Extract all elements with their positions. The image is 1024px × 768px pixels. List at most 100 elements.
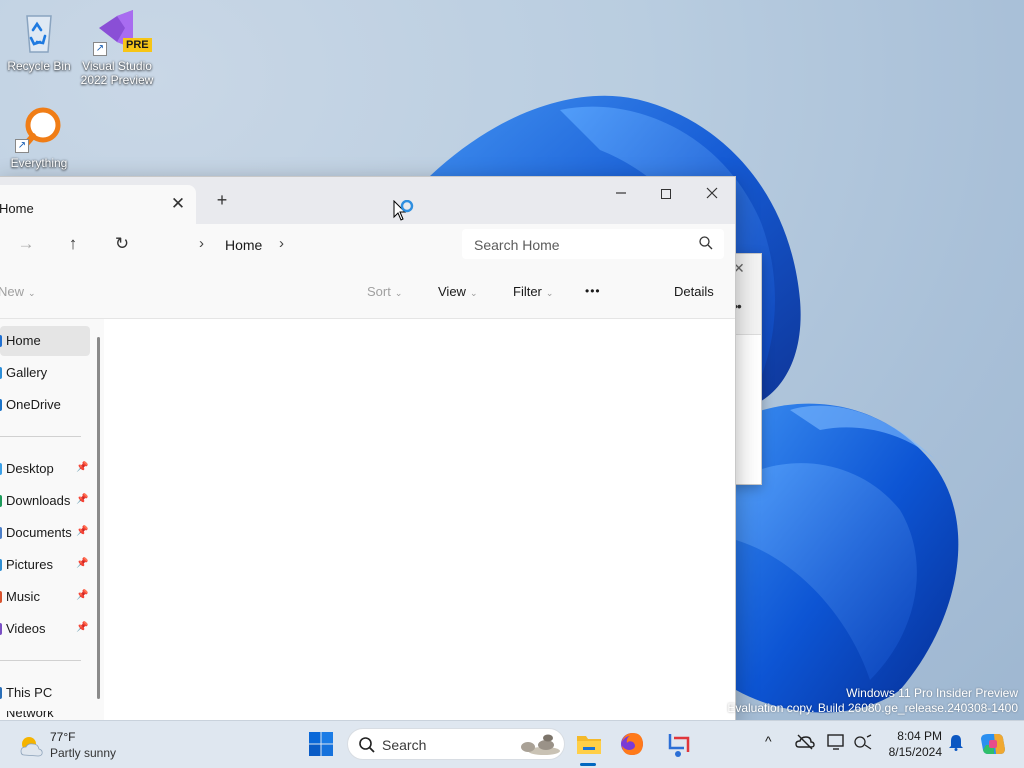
tab-home[interactable]: Home ✕ (0, 185, 196, 224)
sidebar-item-label: OneDrive (6, 397, 61, 412)
forward-arrow-icon[interactable]: → (12, 231, 40, 257)
visual-studio-icon: PRE ↗ (93, 8, 152, 56)
desktop-icon-label: Everything (10, 156, 68, 170)
search-input[interactable]: Search Home (462, 229, 724, 259)
notification-bell-icon[interactable] (948, 733, 964, 751)
more-options-button[interactable]: ••• (585, 284, 601, 298)
sidebar-item-network[interactable]: Network (0, 711, 90, 720)
pin-icon: 📌 (76, 590, 89, 601)
everything-search-icon: ↗ (15, 105, 63, 153)
sidebar-item-label: Pictures (6, 557, 53, 572)
taskbar-search-box[interactable]: Search (347, 728, 565, 760)
chevron-down-icon: ⌄ (28, 288, 36, 298)
sidebar-item-downloads[interactable]: Downloads 📌 (0, 486, 90, 516)
windows-start-icon[interactable] (307, 730, 335, 758)
sidebar-item-label: Documents (6, 525, 72, 540)
desktop-folder-icon (0, 463, 2, 475)
tab-close-icon[interactable]: ✕ (170, 195, 186, 212)
pictures-folder-icon (0, 559, 2, 571)
sort-button[interactable]: Sort ⌄ (367, 284, 402, 299)
music-folder-icon (0, 591, 2, 603)
sidebar-item-pictures[interactable]: Pictures 📌 (0, 550, 90, 580)
pin-icon: 📌 (76, 622, 89, 633)
file-list-area[interactable] (106, 319, 735, 720)
file-explorer-window[interactable]: Home ✕ + → ↑ ↻ › Home › Search Home New … (0, 176, 736, 720)
desktop-icon-visual-studio[interactable]: PRE ↗ Visual Studio 2022 Preview (79, 8, 155, 87)
sidebar-item-label: Downloads (6, 493, 71, 508)
documents-folder-icon (0, 527, 2, 539)
sidebar-item-videos[interactable]: Videos 📌 (0, 614, 90, 644)
new-label: New (0, 284, 25, 299)
title-bar[interactable]: Home ✕ + (0, 177, 735, 224)
sidebar-scrollbar[interactable] (97, 337, 100, 699)
navigation-pane[interactable]: Home Gallery OneDrive Desktop 📌 Download… (0, 319, 104, 720)
weather-widget[interactable]: 77°F Partly sunny (18, 729, 138, 763)
minimize-button[interactable] (598, 181, 644, 209)
display-icon[interactable] (827, 733, 847, 751)
sidebar-item-label: Gallery (6, 365, 48, 380)
watermark-edition: Windows 11 Pro Insider Preview (846, 686, 1018, 700)
chevron-down-icon: ⌄ (545, 288, 554, 298)
sidebar-item-label: Music (6, 589, 40, 604)
close-button[interactable] (689, 181, 735, 209)
sidebar-item-this-pc[interactable]: This PC (0, 678, 90, 708)
desktop-icon-everything[interactable]: ↗ Everything (1, 105, 77, 170)
preview-badge: PRE (123, 38, 152, 52)
divider (0, 660, 81, 661)
chevron-down-icon: ⌄ (394, 288, 403, 298)
details-button[interactable]: Details (674, 284, 714, 299)
onedrive-icon (0, 399, 2, 411)
system-clock[interactable]: 8:04 PM 8/15/2024 (880, 728, 942, 760)
partly-sunny-icon (20, 737, 43, 757)
sidebar-item-gallery[interactable]: Gallery (0, 358, 90, 388)
busy-cursor-icon (393, 200, 414, 221)
maximize-icon (661, 189, 671, 199)
network-icon[interactable] (853, 733, 873, 751)
desktop-icon-recycle-bin[interactable]: Recycle Bin (1, 8, 77, 73)
recycle-bin-icon (15, 8, 63, 56)
videos-folder-icon (0, 623, 2, 635)
navigation-bar: → ↑ ↻ › Home › Search Home (0, 224, 735, 263)
breadcrumb-home[interactable]: Home (225, 237, 262, 253)
snipping-tool-icon[interactable] (664, 730, 692, 758)
filter-button[interactable]: Filter ⌄ (513, 284, 553, 299)
weather-description: Partly sunny (50, 746, 117, 760)
close-icon (706, 187, 718, 199)
taskbar: 77°F Partly sunny Search ^ 8:04 PM 8/15/… (0, 720, 1024, 768)
sidebar-item-desktop[interactable]: Desktop 📌 (0, 454, 90, 484)
view-button[interactable]: View ⌄ (438, 284, 478, 299)
onedrive-offline-icon[interactable] (795, 733, 815, 751)
copilot-icon[interactable] (980, 731, 1006, 757)
sidebar-item-label: Videos (6, 621, 46, 636)
refresh-icon[interactable]: ↻ (108, 231, 136, 257)
divider (0, 436, 81, 437)
chevron-right-icon[interactable]: › (279, 235, 284, 252)
sidebar-item-label: Desktop (6, 461, 54, 476)
minimize-icon (616, 192, 626, 194)
taskbar-search-label: Search (382, 737, 427, 753)
sidebar-item-music[interactable]: Music 📌 (0, 582, 90, 612)
view-label: View (438, 284, 466, 299)
downloads-folder-icon (0, 495, 2, 507)
search-icon (359, 737, 375, 753)
sidebar-item-home[interactable]: Home (0, 326, 90, 356)
new-tab-button[interactable]: + (213, 190, 231, 211)
shortcut-arrow-icon: ↗ (93, 42, 107, 56)
up-arrow-icon[interactable]: ↑ (59, 231, 87, 257)
watermark-build: Evaluation copy. Build 26080.ge_release.… (727, 701, 1018, 715)
sidebar-item-documents[interactable]: Documents 📌 (0, 518, 90, 548)
firefox-icon[interactable] (618, 730, 646, 758)
search-icon[interactable] (698, 235, 714, 251)
address-bar[interactable]: › Home › (154, 229, 454, 259)
this-pc-icon (0, 687, 2, 699)
sidebar-item-onedrive[interactable]: OneDrive (0, 390, 90, 420)
chevron-right-icon[interactable]: › (199, 235, 204, 252)
pin-icon: 📌 (76, 494, 89, 505)
file-explorer-icon[interactable] (575, 730, 603, 758)
show-hidden-icons-chevron[interactable]: ^ (765, 733, 772, 749)
new-button[interactable]: New ⌄ (0, 284, 36, 299)
maximize-button[interactable] (643, 181, 689, 209)
sidebar-item-label: Network (6, 711, 54, 720)
command-bar: New ⌄ Sort ⌄ View ⌄ Filter ⌄ ••• Details (0, 263, 735, 319)
search-placeholder: Search Home (474, 237, 560, 253)
